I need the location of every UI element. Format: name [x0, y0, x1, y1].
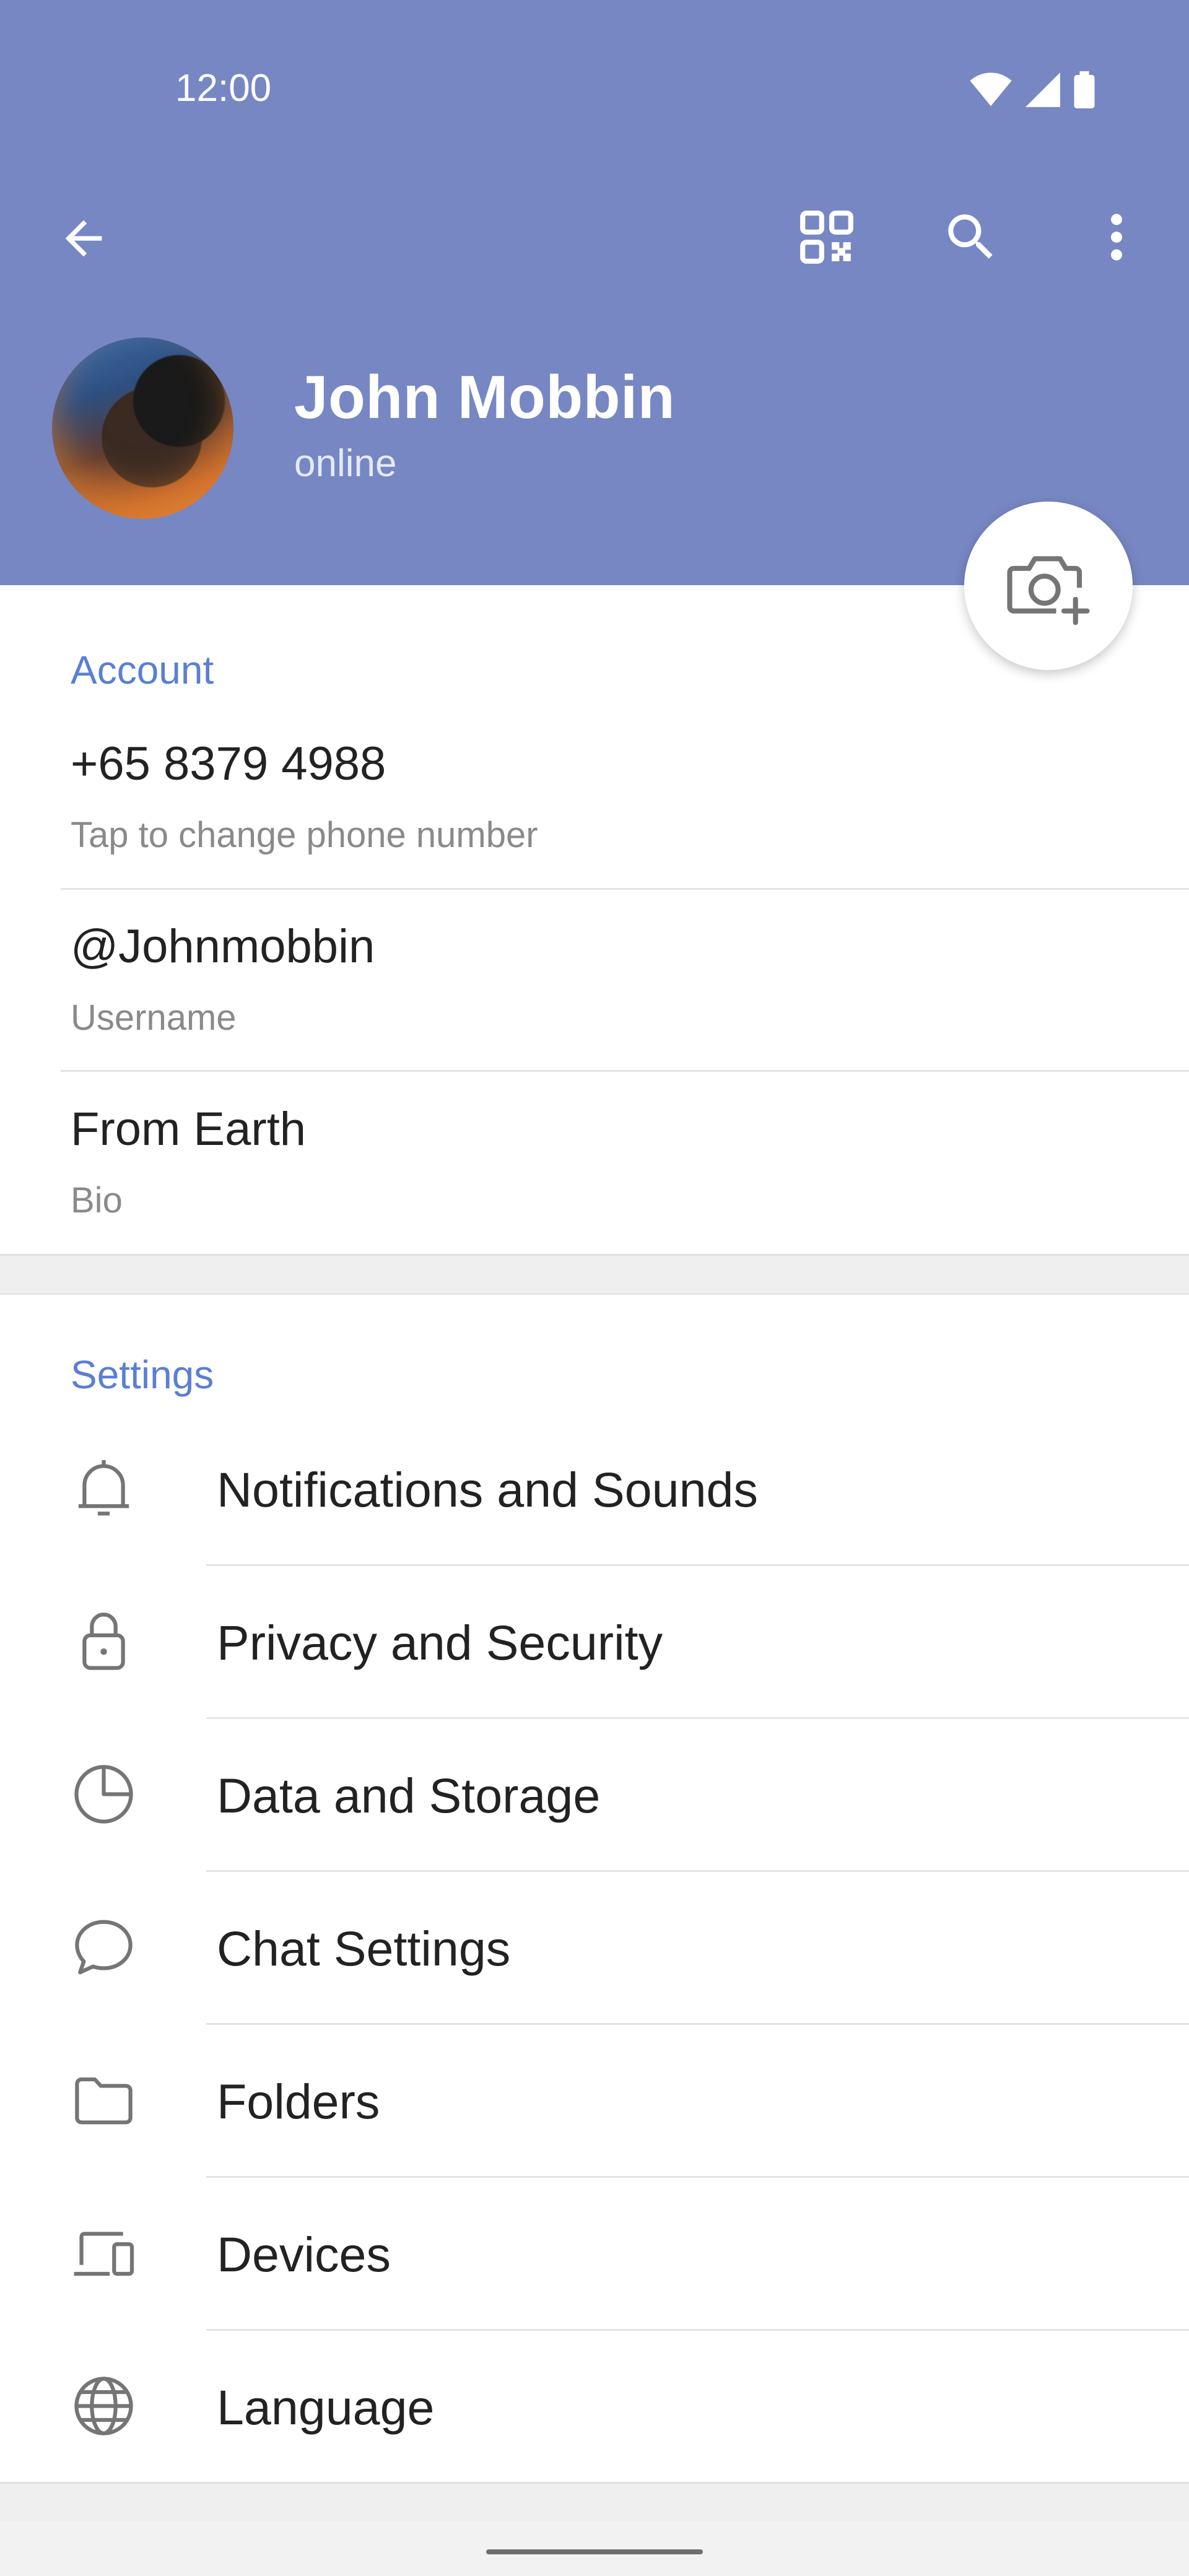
add-photo-icon — [1007, 556, 1090, 625]
settings-item-label: Language — [217, 2380, 435, 2435]
settings-item-devices[interactable]: Devices — [0, 2177, 1189, 2330]
settings-item-notifications[interactable]: Notifications and Sounds — [0, 1412, 1189, 1565]
battery-icon — [1074, 71, 1095, 108]
profile-avatar[interactable] — [52, 337, 233, 519]
cellular-signal-icon — [1026, 72, 1060, 107]
profile-status: online — [294, 442, 397, 485]
phone-number-hint: Tap to change phone number — [71, 815, 538, 855]
divider — [61, 888, 1189, 890]
profile-name: John Mobbin — [294, 363, 676, 431]
settings-item-label: Devices — [217, 2227, 391, 2282]
globe-icon — [74, 2377, 133, 2435]
wifi-icon — [970, 72, 1012, 107]
settings-item-folders[interactable]: Folders — [0, 2024, 1189, 2177]
search-button[interactable] — [935, 201, 1006, 272]
back-button[interactable] — [50, 204, 118, 272]
settings-item-label: Notifications and Sounds — [217, 1462, 758, 1517]
settings-item-data-storage[interactable]: Data and Storage — [0, 1718, 1189, 1871]
settings-item-chat[interactable]: Chat Settings — [0, 1871, 1189, 2024]
chat-bubble-icon — [75, 1920, 133, 1975]
lock-icon — [82, 1612, 125, 1670]
pie-chart-icon — [74, 1765, 133, 1824]
arrow-back-icon — [65, 220, 102, 257]
section-separator — [0, 1254, 1189, 1295]
settings-item-label: Folders — [217, 2074, 380, 2129]
profile-header: 12:00 John Mobbin online — [0, 0, 1189, 585]
set-photo-button[interactable] — [964, 502, 1133, 670]
account-section-title: Account — [71, 648, 214, 692]
divider — [61, 1070, 1189, 1072]
username-hint: Username — [71, 998, 237, 1038]
settings-item-privacy[interactable]: Privacy and Security — [0, 1565, 1189, 1718]
more-options-button[interactable] — [1081, 201, 1152, 272]
folder-icon — [75, 2077, 133, 2125]
status-bar-time: 12:00 — [175, 67, 272, 110]
settings-item-label: Data and Storage — [217, 1768, 601, 1823]
status-bar-icons — [969, 68, 1095, 111]
settings-item-label: Chat Settings — [217, 1921, 511, 1976]
qr-code-icon — [799, 210, 853, 264]
section-separator — [0, 2482, 1189, 2521]
devices-icon — [74, 2232, 134, 2276]
more-vert-icon — [1110, 213, 1122, 261]
home-gesture-handle[interactable] — [486, 2549, 703, 2554]
search-icon — [947, 214, 993, 259]
settings-section-title: Settings — [71, 1352, 214, 1397]
settings-item-label: Privacy and Security — [217, 1615, 663, 1670]
settings-item-language[interactable]: Language — [0, 2330, 1189, 2482]
navigation-bar — [0, 2521, 1189, 2576]
phone-number[interactable]: +65 8379 4988 — [71, 737, 386, 791]
bio-hint: Bio — [71, 1180, 123, 1221]
bell-icon — [78, 1460, 129, 1516]
bio[interactable]: From Earth — [71, 1102, 306, 1156]
username[interactable]: @Johnmobbin — [71, 920, 375, 973]
qr-code-button[interactable] — [791, 201, 862, 272]
